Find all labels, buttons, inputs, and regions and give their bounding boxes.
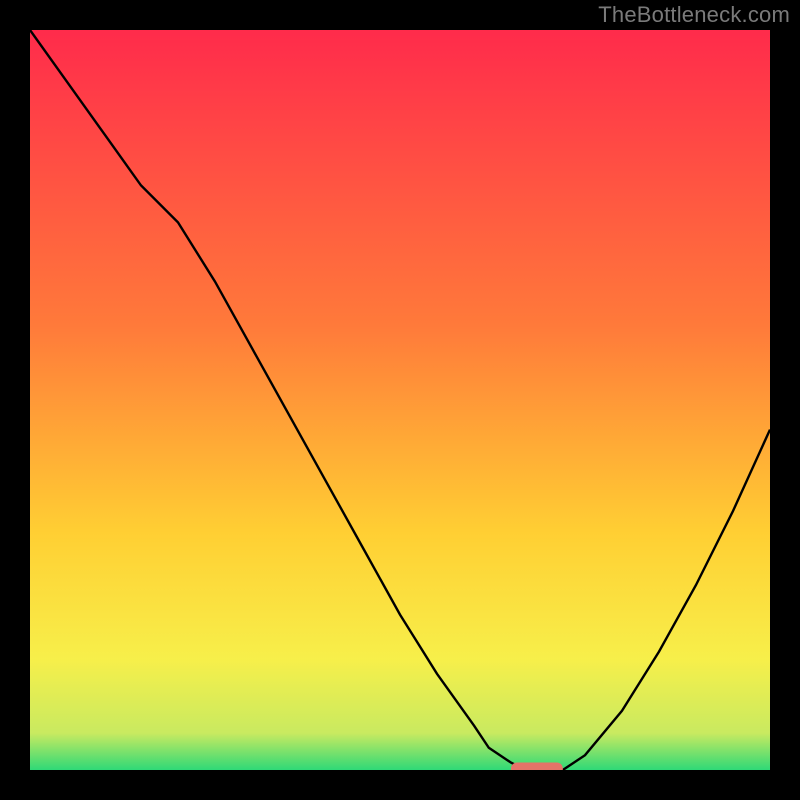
chart-frame: TheBottleneck.com	[0, 0, 800, 800]
chart-plot-area	[30, 30, 770, 770]
watermark-label: TheBottleneck.com	[598, 2, 790, 28]
chart-svg	[30, 30, 770, 770]
chart-background-gradient	[30, 30, 770, 770]
sweet-spot-marker	[511, 763, 563, 771]
